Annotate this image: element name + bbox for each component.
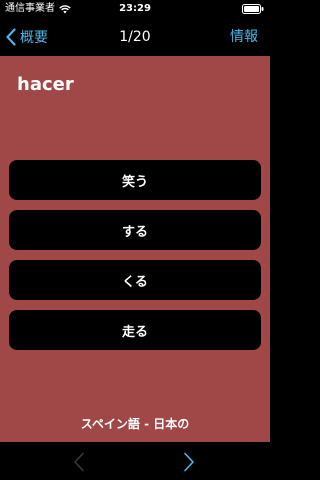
language-pair-label: スペイン語 - 日本の bbox=[80, 417, 190, 431]
battery-icon bbox=[242, 4, 264, 14]
chevron-right-icon[interactable] bbox=[183, 452, 195, 472]
navigation-bar: 概要 1/20 情報 bbox=[0, 18, 270, 56]
answer-button-2[interactable]: する bbox=[9, 210, 261, 250]
question-word: hacer bbox=[17, 74, 74, 95]
status-bar: 通信事業者 23:29 bbox=[0, 0, 270, 18]
answer-list: 笑う する くる 走る bbox=[9, 160, 261, 360]
answer-button-3[interactable]: くる bbox=[9, 260, 261, 300]
bottom-toolbar bbox=[0, 442, 270, 480]
chevron-left-icon bbox=[74, 452, 84, 472]
status-time: 23:29 bbox=[119, 3, 151, 14]
flashcard-screen: 通信事業者 23:29 概要 1/20 情報 hacer 笑う する くる 走る… bbox=[0, 0, 270, 480]
flashcard-card: hacer 笑う する くる 走る スペイン語 - 日本の bbox=[0, 56, 270, 442]
answer-button-4[interactable]: 走る bbox=[9, 310, 261, 350]
answer-button-1[interactable]: 笑う bbox=[9, 160, 261, 200]
info-button[interactable]: 情報 bbox=[230, 27, 258, 47]
